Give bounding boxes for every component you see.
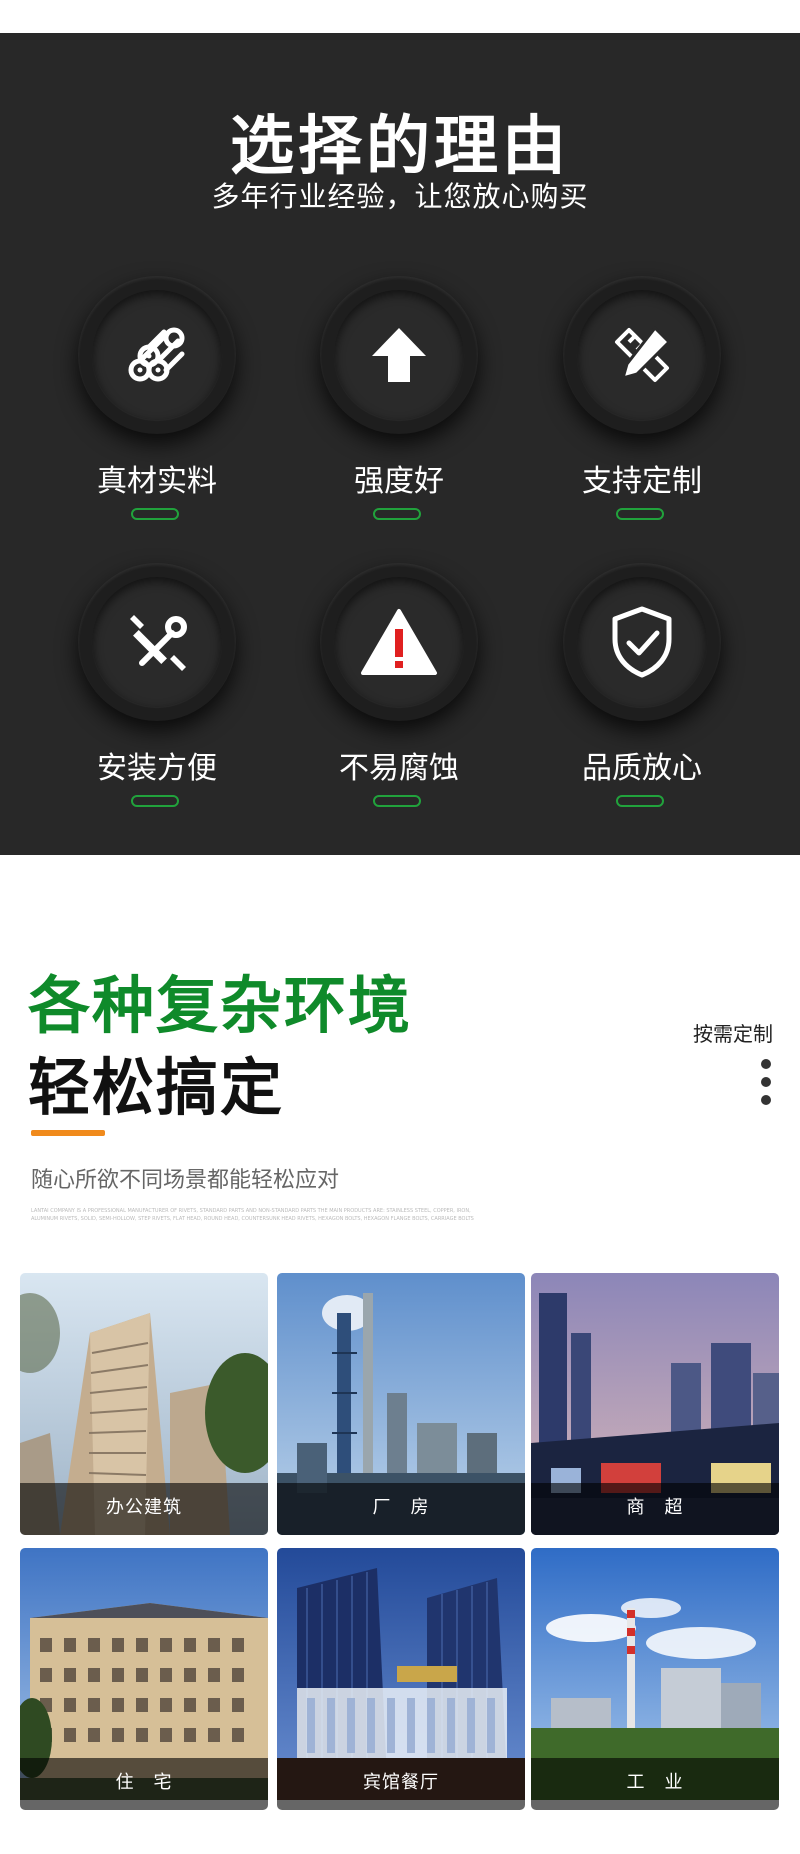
scene-caption: 厂 房 [277, 1483, 525, 1535]
environments-title-green: 各种复杂环境 [28, 969, 413, 1042]
reasons-subtitle: 多年行业经验，让您放心购买 [211, 180, 589, 213]
feature-label: 品质放心 [582, 751, 702, 786]
fine-print: LANTAI COMPANY IS A PROFESSIONAL MANUFAC… [31, 1208, 474, 1222]
feature-underline [373, 508, 421, 520]
feature-badge [563, 563, 721, 721]
feature-material: 真材实料 [37, 276, 277, 546]
orange-accent-bar [31, 1130, 105, 1136]
feature-custom: 支持定制 [522, 276, 762, 546]
warning-triangle-icon [361, 609, 437, 675]
feature-corrosion: 不易腐蚀 [279, 563, 519, 833]
feature-underline [616, 508, 664, 520]
scene-caption: 办公建筑 [20, 1483, 268, 1535]
reasons-title: 选择的理由 [230, 110, 570, 184]
feature-label: 真材实料 [97, 464, 217, 499]
shield-check-icon [612, 606, 672, 678]
environments-description: 随心所欲不同场景都能轻松应对 [31, 1168, 340, 1193]
feature-label: 强度好 [354, 464, 444, 499]
environments-title-black: 轻松搞定 [28, 1051, 285, 1124]
feature-badge [78, 276, 236, 434]
feature-quality: 品质放心 [522, 563, 762, 833]
feature-underline [616, 795, 664, 807]
feature-underline [373, 795, 421, 807]
scene-card-industry: 工 业 [531, 1548, 779, 1810]
scene-card-mall: 商 超 [531, 1273, 779, 1535]
pencil-ruler-icon [615, 325, 672, 382]
feature-badge [320, 276, 478, 434]
scene-card-factory: 厂 房 [277, 1273, 525, 1535]
feature-strength: 强度好 [279, 276, 519, 546]
scene-caption: 住 宅 [20, 1758, 268, 1810]
custom-tag: 按需定制 [693, 1022, 773, 1046]
scene-caption: 商 超 [531, 1483, 779, 1535]
feature-install: 安装方便 [37, 563, 277, 833]
feature-underline [131, 795, 179, 807]
feature-underline [131, 508, 179, 520]
material-rolls-icon [128, 327, 185, 382]
arrow-up-icon [372, 328, 426, 382]
scene-card-residential: 住 宅 [20, 1548, 268, 1810]
scene-caption: 工 业 [531, 1758, 779, 1810]
feature-label: 安装方便 [97, 751, 217, 786]
vertical-dots-icon [761, 1059, 771, 1113]
scene-card-office: 办公建筑 [20, 1273, 268, 1535]
scene-card-hotel: 宾馆餐厅 [277, 1548, 525, 1810]
feature-label: 支持定制 [582, 464, 702, 499]
feature-label: 不易腐蚀 [339, 751, 459, 786]
feature-badge [563, 276, 721, 434]
scene-caption: 宾馆餐厅 [277, 1758, 525, 1810]
feature-badge [78, 563, 236, 721]
wrench-screwdriver-icon [130, 615, 187, 671]
feature-badge [320, 563, 478, 721]
